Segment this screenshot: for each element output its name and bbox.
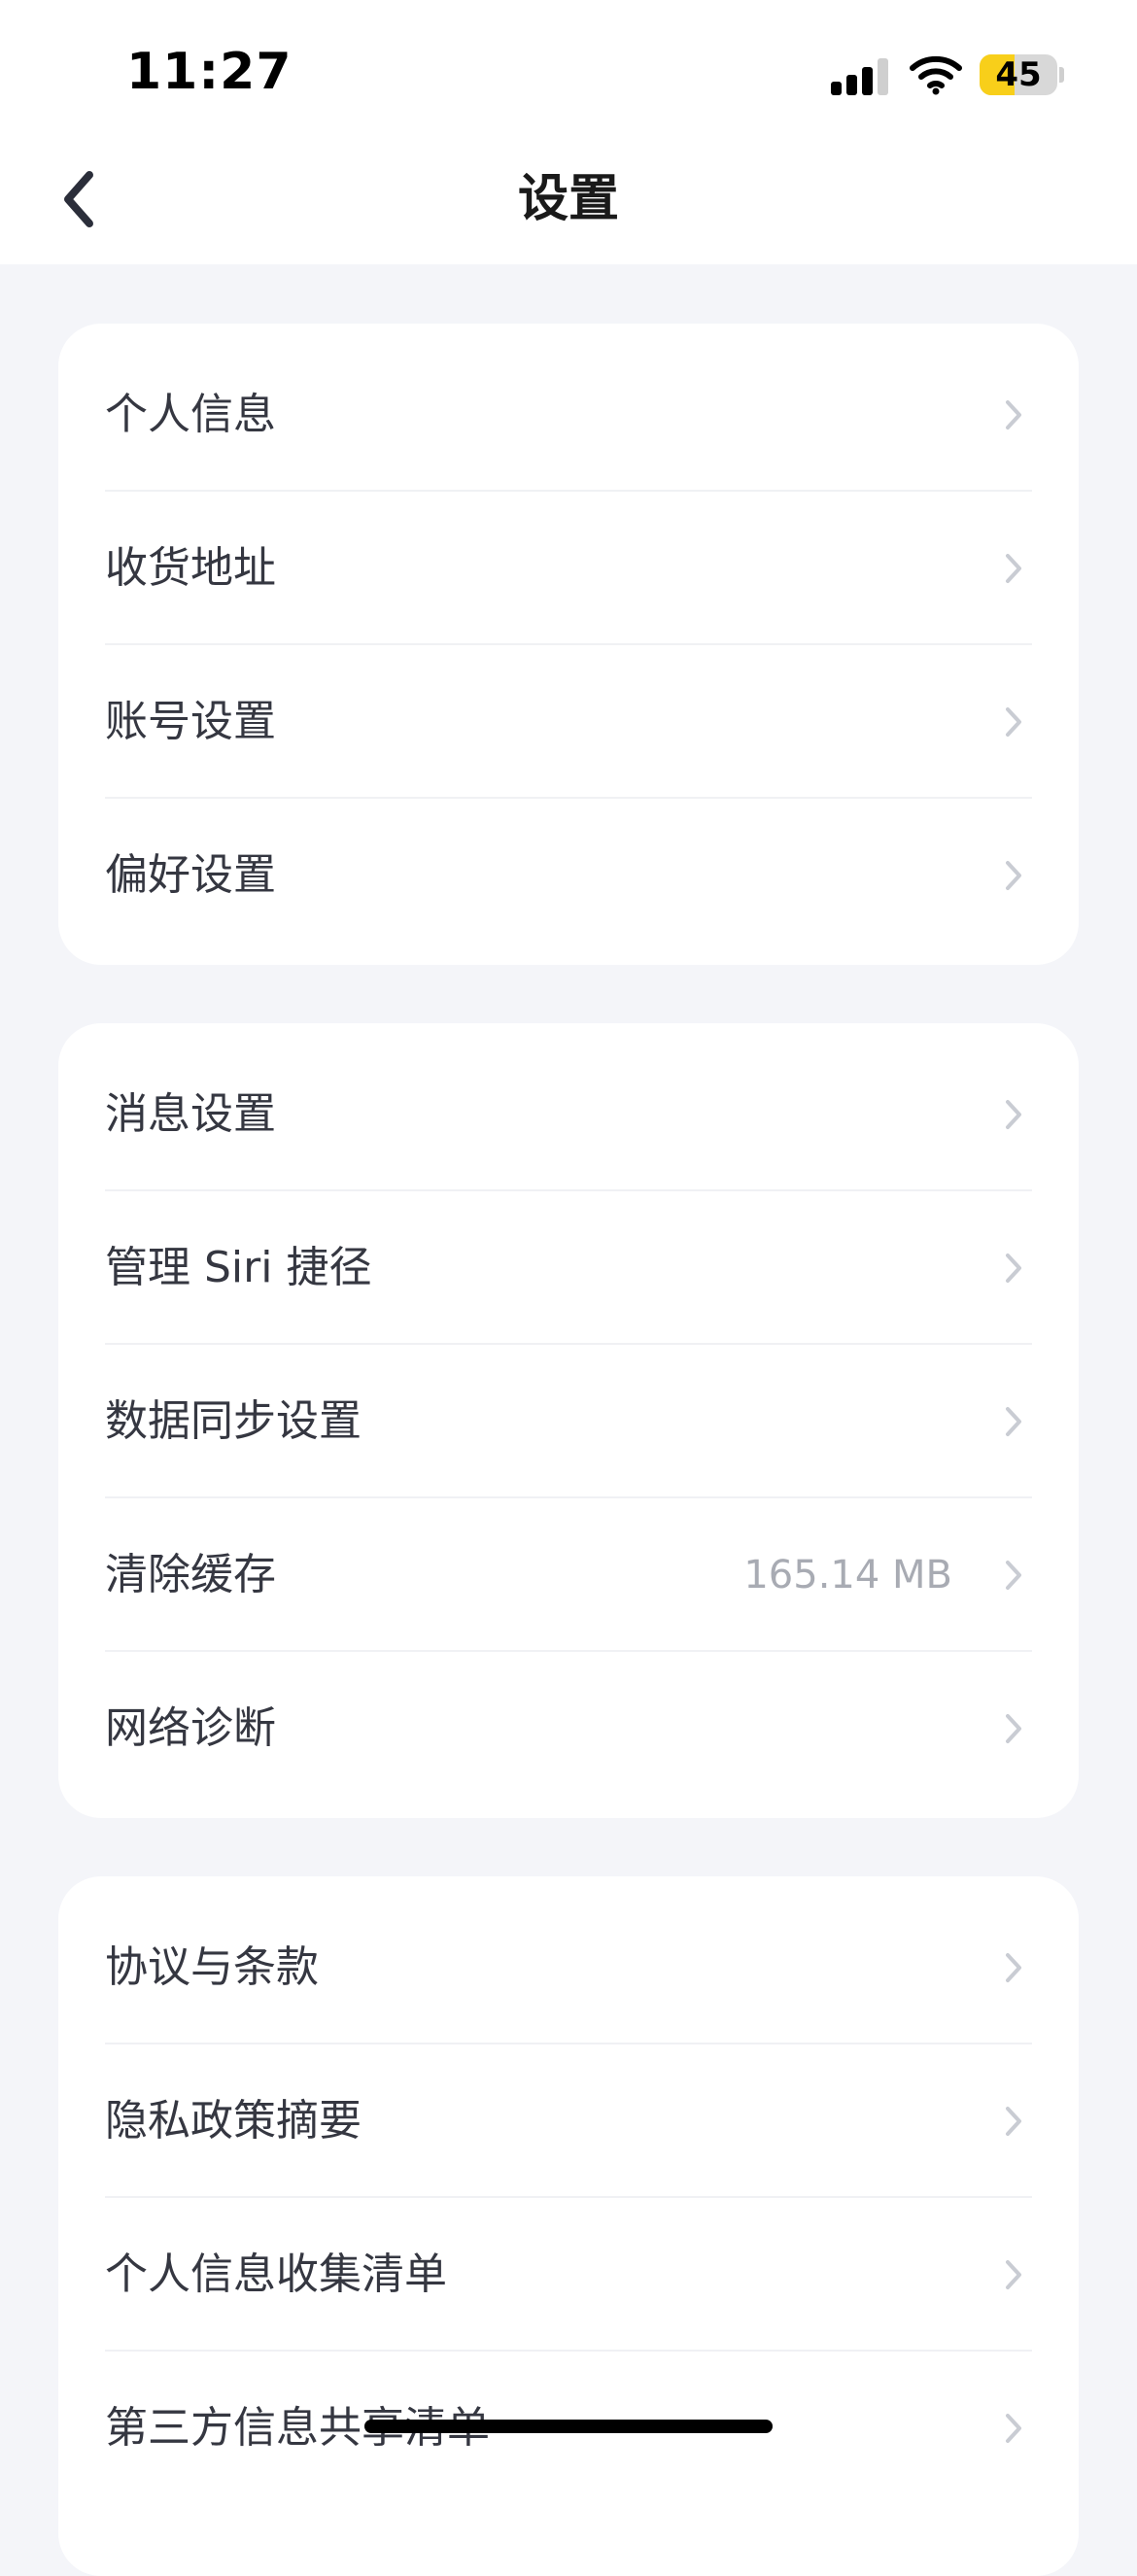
row-label: 账号设置 xyxy=(105,697,276,746)
settings-row[interactable]: 消息设置 xyxy=(58,1038,1079,1191)
row-label: 管理 Siri 捷径 xyxy=(105,1243,372,1292)
chevron-right-icon xyxy=(1006,1100,1021,1129)
chevron-right-icon xyxy=(1006,1254,1021,1283)
page-title: 设置 xyxy=(517,170,619,228)
row-label: 数据同步设置 xyxy=(105,1396,362,1446)
chevron-right-icon xyxy=(1006,1953,1021,1982)
settings-row[interactable]: 清除缓存 165.14 MB xyxy=(58,1498,1079,1652)
row-label: 隐私政策摘要 xyxy=(105,2096,362,2146)
settings-row[interactable]: 管理 Siri 捷径 xyxy=(58,1191,1079,1345)
settings-card-legal: 协议与条款 隐私政策摘要 个人信息收集清单 第三方信息共享清单 xyxy=(58,1876,1079,2576)
settings-row[interactable]: 偏好设置 xyxy=(58,799,1079,952)
cache-size-value: 165.14 MB xyxy=(743,1553,952,1597)
row-label: 清除缓存 xyxy=(105,1550,276,1599)
row-label: 消息设置 xyxy=(105,1089,276,1139)
top-bar: 11:27 45 设置 xyxy=(0,0,1137,264)
settings-row[interactable]: 个人信息 xyxy=(58,338,1079,492)
settings-row[interactable]: 网络诊断 xyxy=(58,1652,1079,1805)
battery-tip xyxy=(1059,67,1064,83)
wifi-icon xyxy=(910,55,962,95)
row-label: 网络诊断 xyxy=(105,1703,276,1753)
chevron-right-icon xyxy=(1006,1407,1021,1436)
chevron-right-icon xyxy=(1006,554,1021,583)
chevron-right-icon xyxy=(1006,400,1021,429)
row-label: 协议与条款 xyxy=(105,1942,319,1992)
row-label: 个人信息 xyxy=(105,390,276,439)
chevron-right-icon xyxy=(1006,2107,1021,2136)
chevron-right-icon xyxy=(1006,861,1021,890)
row-label: 收货地址 xyxy=(105,543,276,593)
settings-row[interactable]: 协议与条款 xyxy=(58,1891,1079,2044)
chevron-right-icon xyxy=(1006,2414,1021,2443)
status-time: 11:27 xyxy=(126,43,293,101)
chevron-right-icon xyxy=(1006,2260,1021,2289)
settings-row[interactable]: 账号设置 xyxy=(58,645,1079,799)
chevron-right-icon xyxy=(1006,1714,1021,1743)
home-indicator[interactable] xyxy=(364,2420,773,2433)
settings-card-account: 个人信息 收货地址 账号设置 偏好设置 xyxy=(58,324,1079,965)
settings-row[interactable]: 收货地址 xyxy=(58,492,1079,645)
battery-level: 45 xyxy=(995,55,1042,94)
chevron-right-icon xyxy=(1006,1561,1021,1590)
cellular-signal-icon xyxy=(831,58,889,95)
settings-row[interactable]: 个人信息收集清单 xyxy=(58,2198,1079,2352)
chevron-right-icon xyxy=(1006,707,1021,737)
battery-icon: 45 xyxy=(980,54,1057,95)
row-label: 偏好设置 xyxy=(105,850,276,900)
settings-row[interactable]: 隐私政策摘要 xyxy=(58,2044,1079,2198)
settings-row[interactable]: 数据同步设置 xyxy=(58,1345,1079,1498)
settings-card-general: 消息设置 管理 Siri 捷径 数据同步设置 清除缓存 165.14 MB 网络… xyxy=(58,1023,1079,1818)
row-label: 个人信息收集清单 xyxy=(105,2250,447,2299)
